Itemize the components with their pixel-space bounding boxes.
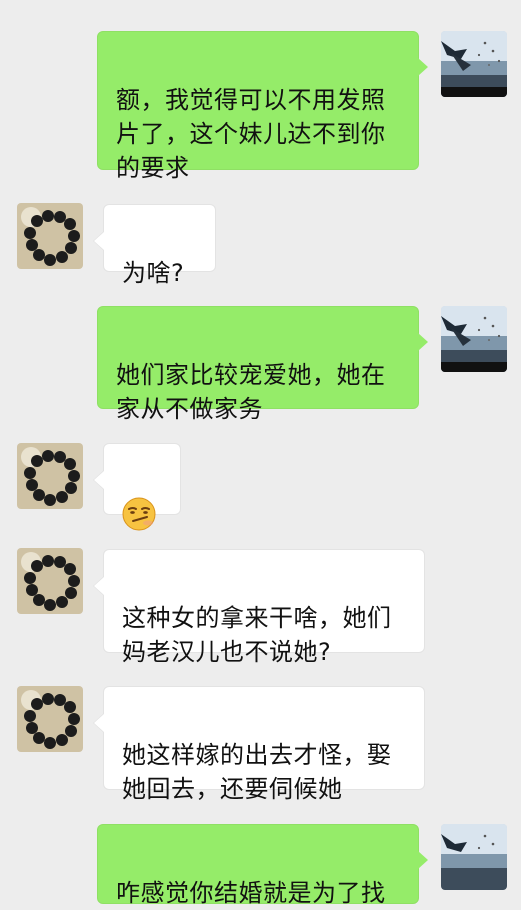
sent-message-bubble[interactable]: 额，我觉得可以不用发照片了，这个妹儿达不到你的要求 bbox=[97, 31, 428, 182]
received-message-bubble[interactable]: 她这样嫁的出去才怪，娶她回去，还要伺候她 bbox=[93, 686, 425, 803]
seaside-photo-avatar-icon bbox=[441, 31, 507, 97]
sent-message-bubble[interactable]: 咋感觉你结婚就是为了找 bbox=[97, 824, 428, 907]
received-message-bubble[interactable]: 这种女的拿来干啥，她们妈老汉儿也不说她? bbox=[93, 549, 425, 666]
sent-message-bubble[interactable]: 她们家比较宠爱她，她在家从不做家务 bbox=[97, 306, 428, 423]
message-text: 她们家比较宠爱她，她在家从不做家务 bbox=[116, 361, 386, 423]
received-message-bubble[interactable]: 为啥? bbox=[93, 204, 216, 287]
message-text: 她这样嫁的出去才怪，娶她回去，还要伺候她 bbox=[122, 741, 392, 803]
smirk-face-emoji-icon bbox=[122, 497, 156, 531]
contact-avatar[interactable] bbox=[17, 203, 83, 269]
received-message-bubble[interactable] bbox=[93, 443, 181, 531]
message-text: 咋感觉你结婚就是为了找 bbox=[116, 879, 386, 907]
prayer-beads-avatar-icon bbox=[17, 443, 83, 509]
message-text: 为啥? bbox=[122, 259, 185, 287]
self-avatar[interactable] bbox=[441, 306, 507, 372]
seaside-photo-avatar-icon bbox=[441, 824, 507, 890]
prayer-beads-avatar-icon bbox=[17, 203, 83, 269]
self-avatar[interactable] bbox=[441, 31, 507, 97]
seaside-photo-avatar-icon bbox=[441, 306, 507, 372]
contact-avatar[interactable] bbox=[17, 443, 83, 509]
message-text: 这种女的拿来干啥，她们妈老汉儿也不说她? bbox=[122, 604, 392, 666]
contact-avatar[interactable] bbox=[17, 686, 83, 752]
contact-avatar[interactable] bbox=[17, 548, 83, 614]
message-text: 额，我觉得可以不用发照片了，这个妹儿达不到你的要求 bbox=[116, 86, 386, 182]
self-avatar[interactable] bbox=[441, 824, 507, 890]
prayer-beads-avatar-icon bbox=[17, 548, 83, 614]
prayer-beads-avatar-icon bbox=[17, 686, 83, 752]
